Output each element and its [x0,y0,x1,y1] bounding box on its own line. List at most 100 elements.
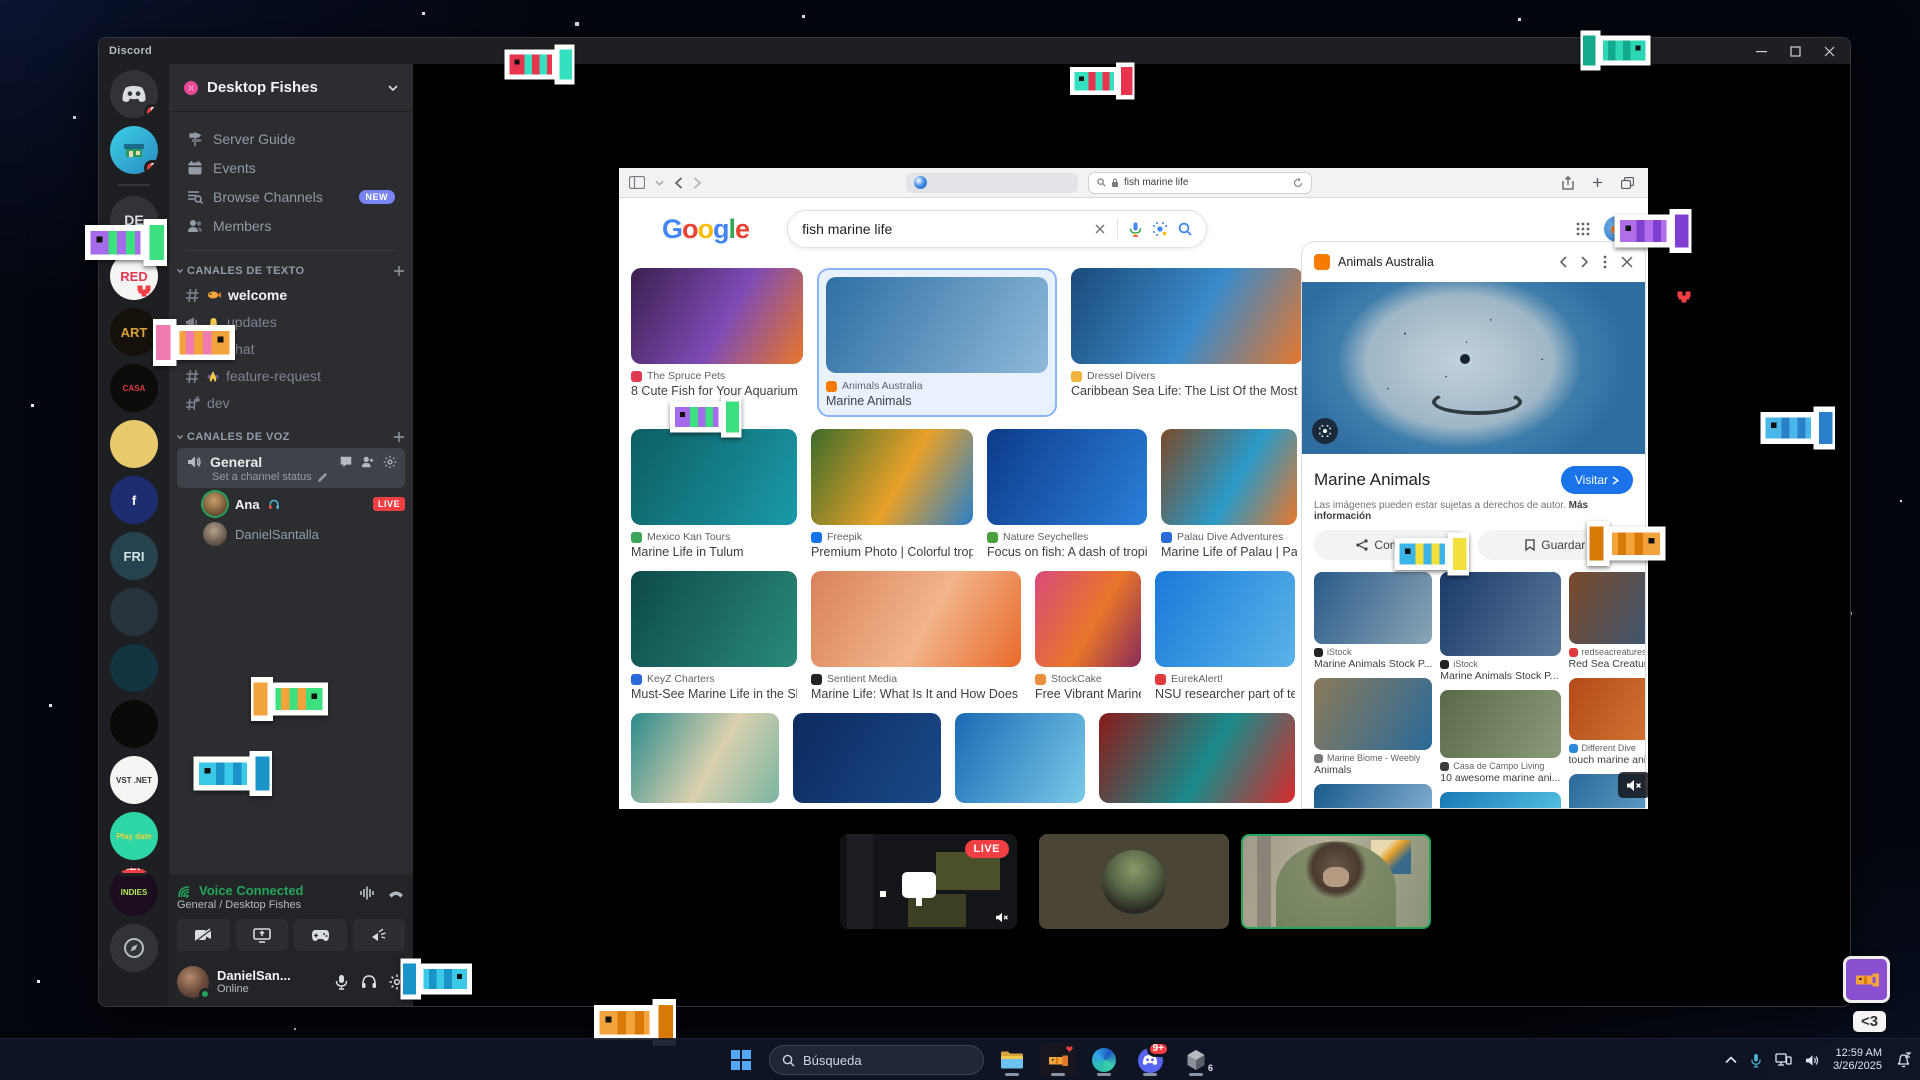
activity-button[interactable] [294,919,347,951]
voice-search-icon[interactable] [1129,222,1142,237]
result-image[interactable] [1155,571,1295,667]
result-image[interactable] [1071,268,1303,364]
user-avatar[interactable] [177,966,209,998]
screenshare-button[interactable] [236,919,289,951]
related-image[interactable] [1440,792,1560,809]
soundboard-button[interactable] [353,919,406,951]
browser-tab[interactable] [906,173,1078,193]
close-button[interactable] [1814,40,1844,62]
participant-tile-ana[interactable] [1241,834,1431,929]
image-result-card[interactable]: EurekAlert!NSU researcher part of team s… [1155,571,1295,701]
mic-icon[interactable] [334,974,349,990]
pixel-fish[interactable] [248,674,336,724]
result-image[interactable] [793,713,941,803]
tabs-overview-icon[interactable] [1621,177,1634,189]
pixel-fish[interactable] [1386,530,1472,578]
image-result-card[interactable]: Animals AustraliaMarine Animals [817,268,1057,417]
new-tab-icon[interactable] [1592,177,1603,188]
image-result-card[interactable]: aldalila.moc.gov.saMARINE LIFE [1099,713,1295,809]
pixel-fish[interactable] [1584,518,1674,569]
server-icon-flame[interactable] [110,700,158,748]
panel-main-image[interactable] [1302,282,1645,454]
related-image[interactable]: DANGEROUS OCEAN ANIMALS [1314,784,1432,809]
image-result-card[interactable]: Nature SeychellesFocus on fish: A dash o… [987,429,1147,559]
file-explorer-icon[interactable] [994,1043,1030,1077]
voice-status[interactable]: Voice Connected [199,883,304,898]
image-lens-icon[interactable] [1312,418,1338,444]
text-channels-section[interactable]: CANALES DE TEXTO [169,251,413,281]
tray-chevron-icon[interactable] [1725,1056,1737,1064]
voice-channels-section[interactable]: CANALES DE VOZ [169,417,413,447]
sidebar-toggle-icon[interactable] [629,176,645,189]
back-icon[interactable] [674,177,683,189]
related-image[interactable] [1569,572,1646,644]
result-image[interactable] [631,571,797,667]
pixel-fish[interactable] [150,316,244,369]
forward-icon[interactable] [693,177,702,189]
pixel-fish[interactable] [1606,206,1694,256]
user-name[interactable]: DanielSan... [217,969,291,983]
voice-channel-general[interactable]: General Set a channel status [177,448,405,488]
address-bar[interactable]: fish marine life [1089,173,1311,193]
server-icon-f-server[interactable]: f [110,476,158,524]
result-image[interactable] [631,268,803,364]
fish-pet-button[interactable] [1843,956,1890,1003]
server-icon-emblem[interactable] [110,644,158,692]
share-up-icon[interactable] [1562,176,1574,190]
related-image[interactable] [1440,572,1560,656]
reload-icon[interactable] [1293,178,1303,188]
panel-next-icon[interactable] [1581,256,1589,268]
do-not-disturb-icon[interactable] [1895,1052,1912,1068]
related-image-card[interactable]: Casa de Campo Living10 awesome marine an… [1440,690,1560,784]
pixel-fish[interactable] [1063,60,1137,102]
server-icon-fri-sta[interactable]: FRI [110,532,158,580]
related-image-card[interactable]: Different Divetouch marine animals ye... [1569,678,1646,766]
tray-network-icon[interactable] [1775,1053,1792,1068]
result-image[interactable] [811,429,973,525]
channel-status-hint[interactable]: Set a channel status [212,471,312,483]
result-image[interactable] [1035,571,1141,667]
related-image-card[interactable]: iStockMarine Animals Stock P... [1440,572,1560,682]
image-result-card[interactable]: KeyZ ChartersMust-See Marine Life in the… [631,571,797,701]
sidebar-item-browse-channels[interactable]: Browse ChannelsNEW [177,183,405,211]
voice-participant-danielsantalla[interactable]: DanielSantalla [195,519,413,549]
sidebar-item-events[interactable]: Events [177,154,405,182]
invite-member-icon[interactable] [361,455,375,469]
result-image[interactable] [631,429,797,525]
explore-servers-button[interactable] [110,924,158,972]
related-image[interactable] [1314,678,1432,750]
result-image[interactable] [826,277,1048,373]
start-button[interactable] [723,1043,759,1077]
server-icon-duck[interactable] [110,420,158,468]
related-image-card[interactable] [1440,792,1560,809]
pixel-fish[interactable] [1578,28,1658,73]
channel-dev[interactable]: dev [177,390,405,416]
panel-close-icon[interactable] [1621,256,1633,268]
add-channel-icon[interactable] [393,431,405,443]
server-icon-playdate-squad[interactable]: Play date [110,812,158,860]
pixel-fish[interactable] [497,42,577,87]
related-image-card[interactable]: Marine Biome - WeeblyAnimals [1314,678,1432,776]
discord-home-button[interactable]: 5 [110,70,158,118]
pixel-fish[interactable] [1752,404,1838,452]
visit-button[interactable]: Visitar [1561,466,1633,494]
minimize-button[interactable] [1746,40,1776,62]
related-image[interactable] [1569,678,1646,740]
result-image[interactable] [1099,713,1295,803]
server-icon-indies[interactable]: INDIESNEW [110,868,158,916]
related-image-card[interactable]: redseacreatures.comRed Sea Creatures [1569,572,1646,670]
sidebar-item-server-guide[interactable]: Server Guide [177,125,405,153]
maximize-button[interactable] [1780,40,1810,62]
server-icon-vst-net[interactable]: VST .NET [110,756,158,804]
result-image[interactable] [987,429,1147,525]
pixel-fish[interactable] [662,394,744,440]
image-result-card[interactable]: Amazon.comAmazon.com : Underwater View .… [955,713,1085,809]
noise-suppression-icon[interactable] [359,885,377,901]
participant-tile-daniel[interactable] [1039,834,1229,929]
channel-settings-icon[interactable] [383,455,397,469]
image-result-card[interactable]: Galapagos IslandsGalapagos Islands Marin… [631,713,779,809]
image-result-card[interactable]: Palau Dive AdventuresMarine Life of Pala… [1161,429,1297,559]
stream-mute-icon[interactable] [1618,772,1648,798]
stream-preview-tile[interactable]: LIVE [840,834,1017,929]
channel-welcome[interactable]: welcome [177,282,405,308]
